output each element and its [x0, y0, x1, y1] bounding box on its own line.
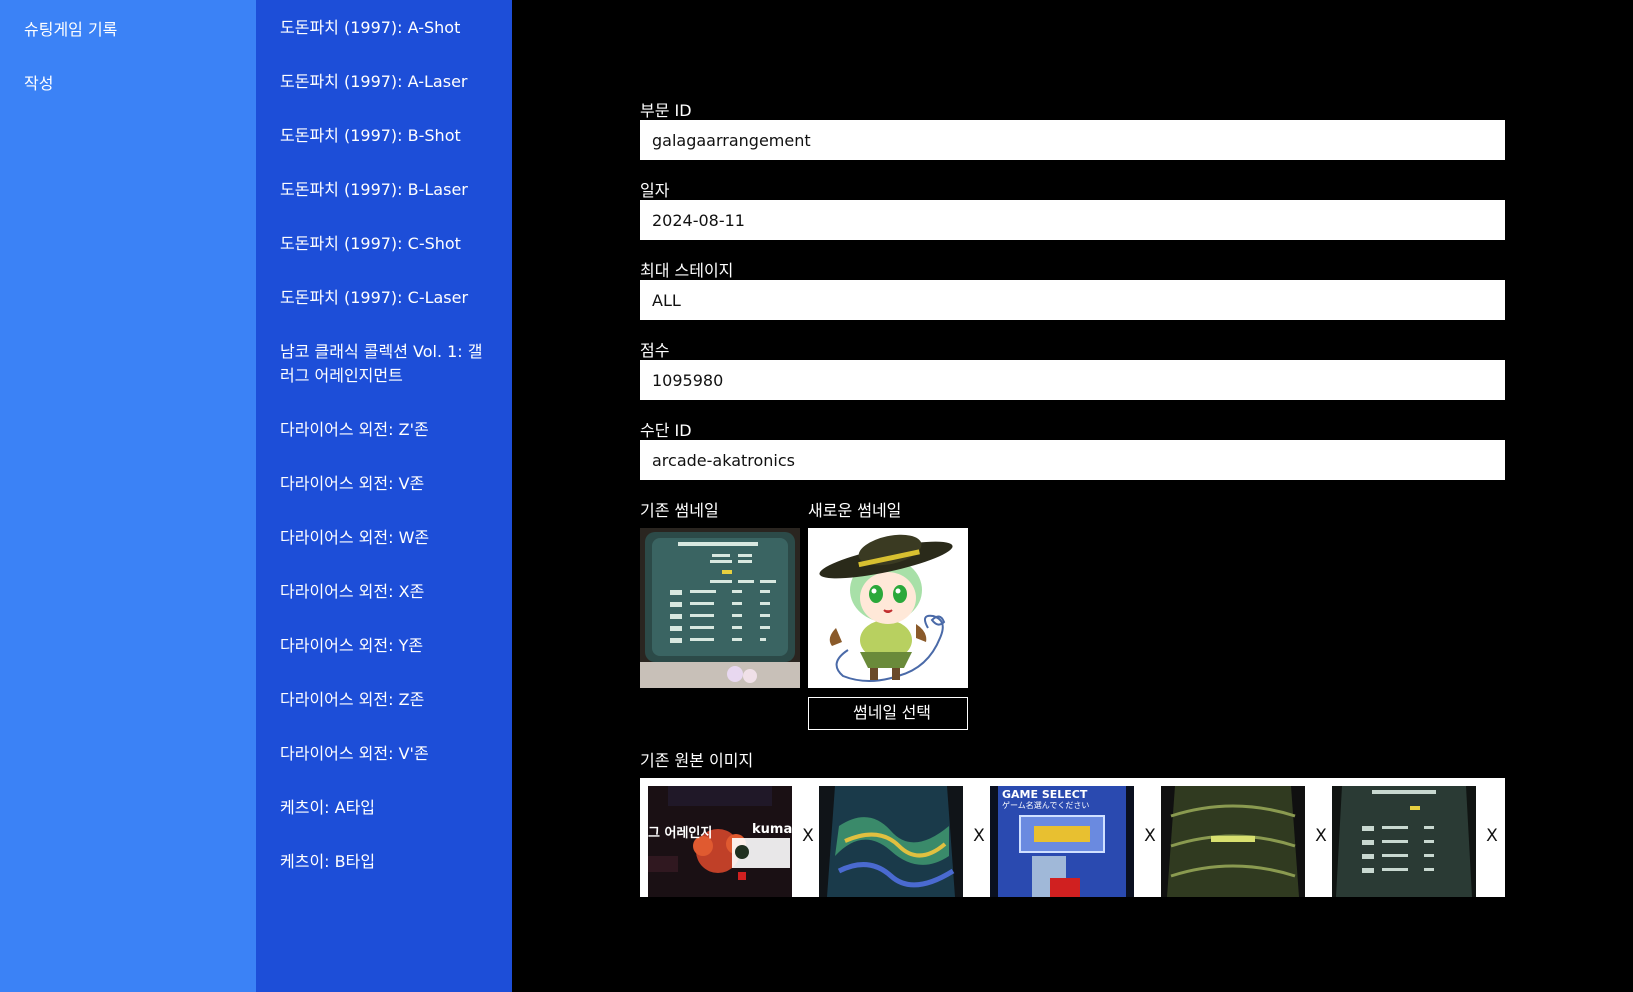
division-item[interactable]: 남코 클래식 콜렉션 Vol. 1: 갤러그 어레인지먼트 — [280, 340, 496, 388]
remove-image-button[interactable]: X — [971, 826, 987, 846]
original-images-strip: 그 어레인지 kuman X X GAME SELECT — [640, 778, 1505, 897]
original-image-caption: ゲーム名選んでください — [1002, 801, 1090, 810]
original-image — [819, 786, 963, 897]
division-id-input[interactable] — [640, 120, 1505, 160]
remove-image-button[interactable]: X — [1484, 826, 1500, 846]
division-item[interactable]: 다라이어스 외전: Y존 — [280, 634, 496, 658]
remove-image-button[interactable]: X — [1313, 826, 1329, 846]
division-item[interactable]: 도돈파치 (1997): A-Laser — [280, 70, 496, 94]
division-item[interactable]: 케츠이: B타입 — [280, 850, 496, 874]
original-image — [1332, 786, 1476, 897]
division-item[interactable]: 다라이어스 외전: Z존 — [280, 688, 496, 712]
division-item[interactable]: 다라이어스 외전: X존 — [280, 580, 496, 604]
date-input[interactable] — [640, 200, 1505, 240]
original-image-caption: kuman — [752, 822, 792, 837]
original-image-caption: 그 어레인지 — [648, 826, 713, 841]
max-stage-input[interactable] — [640, 280, 1505, 320]
division-sidebar: 도돈파치 (1997): A-Shot 도돈파치 (1997): A-Laser… — [256, 0, 512, 992]
date-label: 일자 — [640, 181, 670, 200]
nav-shooting-records[interactable]: 슈팅게임 기록 — [24, 16, 117, 40]
score-label: 점수 — [640, 341, 670, 360]
primary-sidebar: 슈팅게임 기록 작성 — [0, 0, 256, 992]
existing-thumbnail-label: 기존 썸네일 — [640, 501, 719, 520]
division-id-label: 부문 ID — [640, 101, 692, 120]
score-input[interactable] — [640, 360, 1505, 400]
division-item[interactable]: 다라이어스 외전: V'존 — [280, 742, 496, 766]
method-id-label: 수단 ID — [640, 421, 692, 440]
select-thumbnail-button[interactable]: 썸네일 선택 — [808, 697, 968, 730]
record-edit-form: 부문 ID 일자 최대 스테이지 점수 수단 ID 기존 썸네일 새로운 썸네일 — [512, 0, 1633, 992]
division-item[interactable]: 도돈파치 (1997): C-Laser — [280, 286, 496, 310]
original-image: 그 어레인지 kuman — [648, 786, 792, 897]
division-item[interactable]: 도돈파치 (1997): B-Laser — [280, 178, 496, 202]
remove-image-button[interactable]: X — [1142, 826, 1158, 846]
method-id-input[interactable] — [640, 440, 1505, 480]
division-item[interactable]: 도돈파치 (1997): A-Shot — [280, 16, 496, 40]
existing-thumbnail-image — [640, 528, 800, 688]
new-thumbnail-label: 새로운 썸네일 — [808, 501, 902, 520]
remove-image-button[interactable]: X — [800, 826, 816, 846]
original-image — [1161, 786, 1305, 897]
nav-write[interactable]: 작성 — [24, 70, 53, 94]
division-item[interactable]: 도돈파치 (1997): C-Shot — [280, 232, 496, 256]
division-item[interactable]: 케츠이: A타입 — [280, 796, 496, 820]
new-thumbnail-image — [808, 528, 968, 688]
max-stage-label: 최대 스테이지 — [640, 261, 734, 280]
original-image: GAME SELECT ゲーム名選んでください — [990, 786, 1134, 897]
division-item[interactable]: 다라이어스 외전: Z'존 — [280, 418, 496, 442]
division-item[interactable]: 도돈파치 (1997): B-Shot — [280, 124, 496, 148]
original-images-label: 기존 원본 이미지 — [640, 751, 754, 770]
division-item[interactable]: 다라이어스 외전: W존 — [280, 526, 496, 550]
division-item[interactable]: 다라이어스 외전: V존 — [280, 472, 496, 496]
